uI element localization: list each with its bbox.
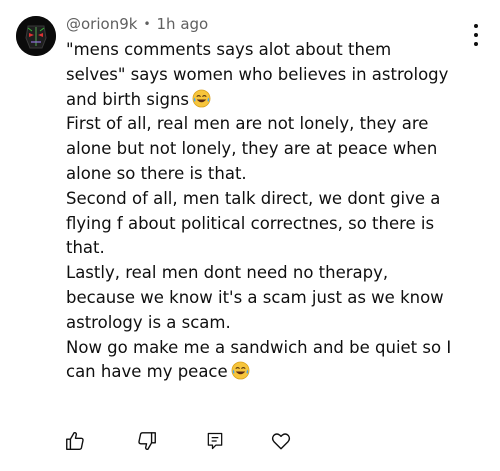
- avatar-mask-icon: [16, 16, 56, 56]
- comment-line: can have my peace: [66, 360, 486, 385]
- author-name[interactable]: @orion9k: [66, 15, 137, 33]
- comment-line: "mens comments says alot about them: [66, 40, 392, 59]
- comment-actions: [62, 428, 322, 456]
- avatar[interactable]: [16, 16, 56, 56]
- laughing-crying-emoji-icon: [192, 89, 211, 108]
- meta-separator: •: [143, 17, 151, 31]
- comment: @orion9k • 1h ago "mens comments says al…: [0, 0, 500, 471]
- comment-line: First of all, real men are not lonely, t…: [66, 114, 429, 134]
- dislike-button[interactable]: [134, 428, 160, 454]
- more-vertical-icon: [474, 24, 478, 28]
- reply-icon: [207, 432, 223, 450]
- comment-line: alone but not lonely, they are at peace …: [66, 139, 438, 159]
- comment-line: alone so there is that.: [66, 163, 247, 183]
- comment-line: selves" says women who believes in astro…: [66, 64, 449, 84]
- comment-header: @orion9k • 1h ago: [66, 12, 208, 36]
- comment-line: because we know it's a scam just as we k…: [66, 287, 444, 307]
- comment-line: Now go make me a sandwich and be quiet s…: [66, 337, 452, 357]
- reply-button[interactable]: [202, 428, 228, 454]
- comment-line: astrology is a scam.: [66, 312, 231, 332]
- laughing-crying-emoji-icon: [231, 361, 250, 380]
- comment-line: Second of all, men talk direct, we dont …: [66, 188, 441, 208]
- comment-line: and birth signs: [66, 88, 486, 113]
- heart-icon: [271, 433, 291, 450]
- heart-button[interactable]: [268, 428, 294, 454]
- timestamp[interactable]: 1h ago: [157, 15, 209, 33]
- comment-text: "mens comments says alot about them selv…: [66, 38, 486, 385]
- comment-line: that.: [66, 238, 105, 258]
- thumbs-down-icon: [138, 432, 156, 451]
- thumbs-up-icon: [66, 431, 84, 450]
- comment-line: Lastly, real men dont need no therapy,: [66, 263, 389, 283]
- comment-line: flying f about political correctnes, so …: [66, 213, 435, 233]
- like-button[interactable]: [62, 428, 88, 454]
